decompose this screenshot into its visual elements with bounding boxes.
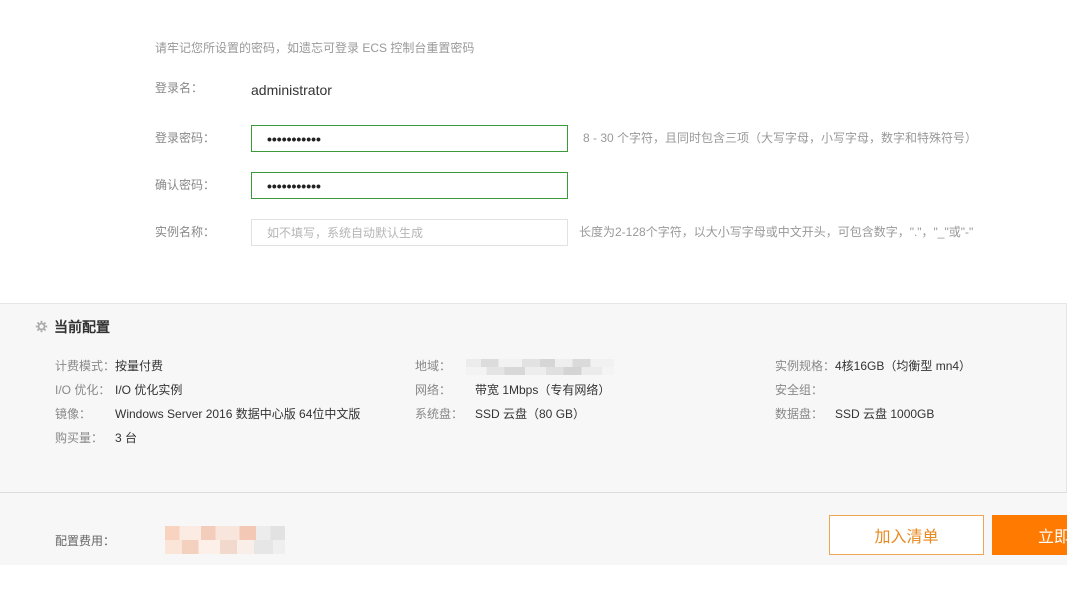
footer-bar: 配置费用： 加入清单 立即 <box>0 492 1067 565</box>
image-value: Windows Server 2016 数据中心版 64位中文版 <box>115 407 361 421</box>
instance-name-input[interactable] <box>251 219 568 246</box>
config-fee-value-redacted <box>165 526 285 554</box>
region-value-redacted <box>466 359 614 375</box>
instance-name-hint: 长度为2-128个字符，以大小写字母或中文开头，可包含数字，"."，"_"或"-… <box>579 225 974 239</box>
data-disk-value: SSD 云盘 1000GB <box>835 407 935 421</box>
config-item-data-disk: 数据盘： SSD 云盘 1000GB <box>775 407 934 421</box>
io-optimized-label: I/O 优化： <box>55 383 111 397</box>
config-item-network: 网络： 带宽 1Mbps（专有网络） <box>415 383 610 397</box>
data-disk-label: 数据盘： <box>775 407 824 421</box>
login-name-value: administrator <box>251 82 332 98</box>
quantity-label: 购买量： <box>55 431 104 445</box>
confirm-password-input[interactable] <box>251 172 568 199</box>
config-item-security-group: 安全组： <box>775 383 835 397</box>
network-label: 网络： <box>415 383 452 397</box>
billing-mode-label: 计费模式： <box>55 359 116 373</box>
config-fee-label: 配置费用： <box>55 534 116 548</box>
instance-type-label: 实例规格： <box>775 359 836 373</box>
login-name-label: 登录名： <box>155 81 204 95</box>
system-disk-label: 系统盘： <box>415 407 464 421</box>
config-item-quantity: 购买量： 3 台 <box>55 431 137 445</box>
io-optimized-value: I/O 优化实例 <box>115 383 183 397</box>
password-notice: 请牢记您所设置的密码，如遗忘可登录 ECS 控制台重置密码 <box>155 41 475 55</box>
network-value: 带宽 1Mbps（专有网络） <box>475 383 611 397</box>
config-item-billing-mode: 计费模式：按量付费 <box>55 359 163 373</box>
config-item-image: 镜像： Windows Server 2016 数据中心版 64位中文版 <box>55 407 360 421</box>
config-item-instance-type: 实例规格：4核16GB（均衡型 mn4） <box>775 359 971 373</box>
page: 请牢记您所设置的密码，如遗忘可登录 ECS 控制台重置密码 登录名： admin… <box>0 0 1079 592</box>
confirm-password-label: 确认密码： <box>155 178 216 192</box>
instance-name-label: 实例名称： <box>155 225 216 239</box>
gear-icon <box>35 320 48 333</box>
security-group-label: 安全组： <box>775 383 824 397</box>
password-hint: 8 - 30 个字符，且同时包含三项（大写字母，小写字母，数字和特殊符号） <box>583 131 978 145</box>
current-config-panel: 当前配置 计费模式：按量付费 地域： 实例规格：4核16GB（均衡型 mn4） … <box>0 303 1067 492</box>
quantity-value: 3 台 <box>115 431 138 445</box>
password-input[interactable] <box>251 125 568 152</box>
password-label: 登录密码： <box>155 131 216 145</box>
config-item-io-optimized: I/O 优化： I/O 优化实例 <box>55 383 182 397</box>
add-to-list-button[interactable]: 加入清单 <box>829 515 984 555</box>
config-title: 当前配置 <box>54 319 110 335</box>
billing-mode-value: 按量付费 <box>115 359 164 373</box>
instance-type-value: 4核16GB（均衡型 mn4） <box>835 359 972 373</box>
config-item-system-disk: 系统盘： SSD 云盘（80 GB） <box>415 407 585 421</box>
buy-now-button[interactable]: 立即 <box>992 515 1067 555</box>
system-disk-value: SSD 云盘（80 GB） <box>475 407 586 421</box>
image-label: 镜像： <box>55 407 92 421</box>
